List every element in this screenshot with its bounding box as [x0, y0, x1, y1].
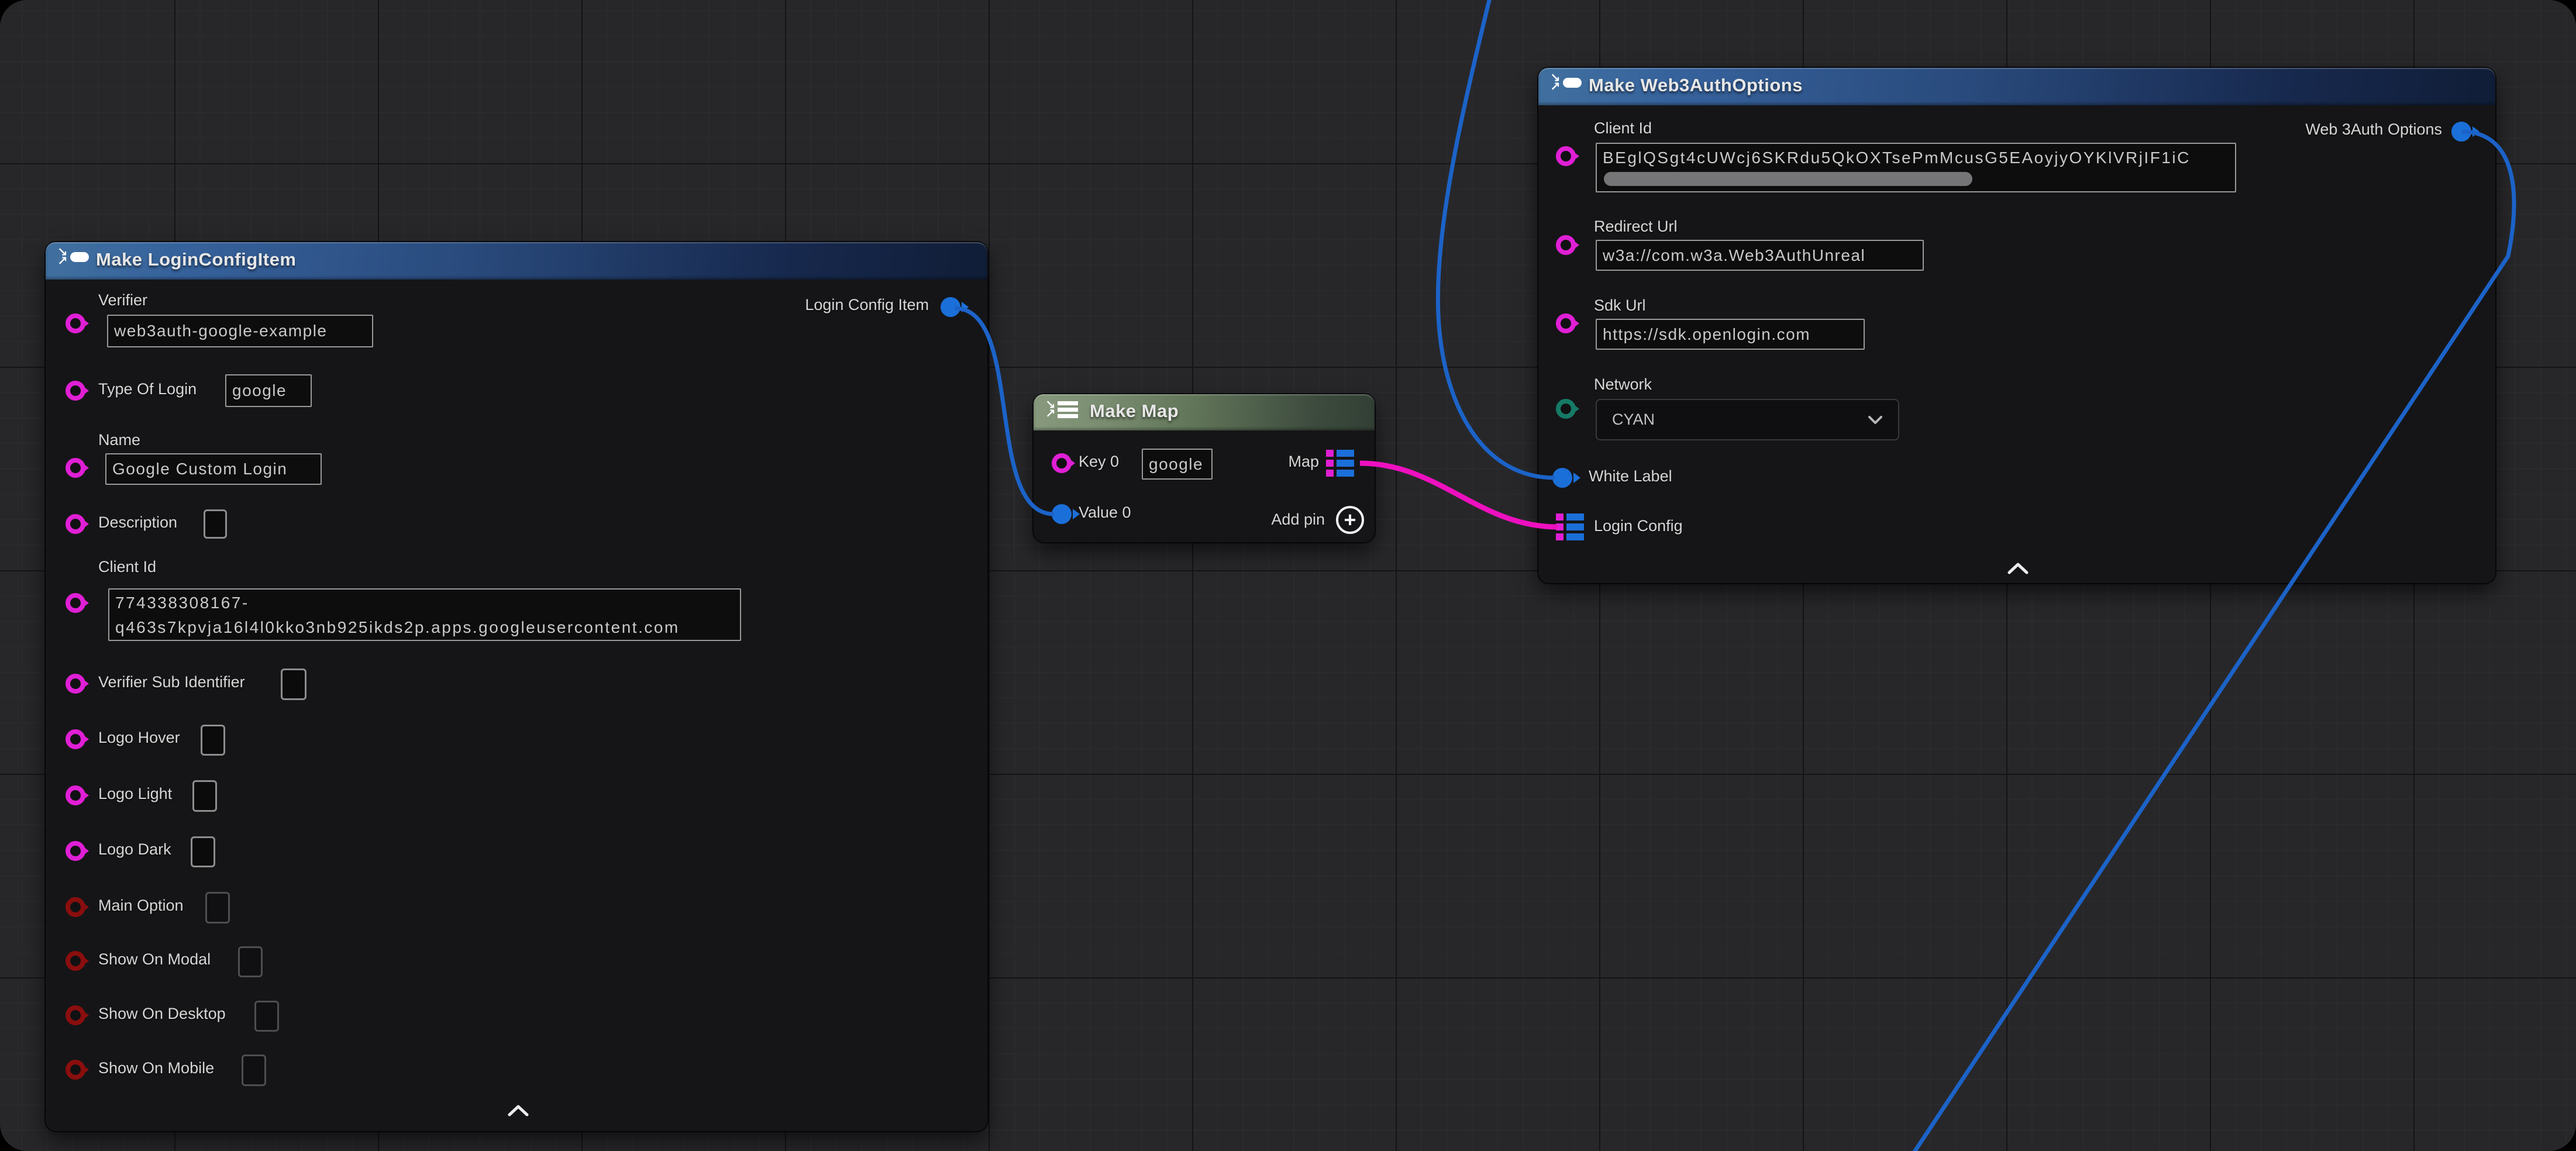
- pin-show-on-mobile[interactable]: [66, 1060, 85, 1080]
- pin-show-on-desktop[interactable]: [66, 1005, 85, 1025]
- verifier-input[interactable]: [107, 315, 373, 347]
- output-pin-label: Web 3Auth Options: [2305, 120, 2442, 139]
- logo-hover-textbox[interactable]: [201, 725, 225, 756]
- output-pin-label: Login Config Item: [805, 296, 929, 314]
- pin-label: Show On Mobile: [98, 1059, 214, 1077]
- show-on-modal-checkbox[interactable]: [238, 946, 263, 977]
- pin-logo-dark[interactable]: [66, 841, 85, 861]
- pin-verifier-sub-identifier[interactable]: [66, 674, 85, 694]
- client-id-input[interactable]: 774338308167-q463s7kpvja16l4l0kko3nb925i…: [108, 588, 741, 641]
- pin-description[interactable]: [66, 514, 85, 534]
- client-id-input[interactable]: BEglQSgt4cUWcj6SKRdu5QkOXTsePmMcusG5EAoy…: [1596, 143, 2236, 192]
- pin-label: Network: [1594, 375, 1652, 394]
- pin-redirect-url[interactable]: [1556, 235, 1576, 255]
- node-title: Make LoginConfigItem: [96, 249, 296, 270]
- make-map-icon: ↘↗: [1045, 401, 1078, 418]
- pin-label: Value 0: [1079, 504, 1131, 522]
- node-header[interactable]: ↘↗ Make Map: [1034, 394, 1375, 430]
- pin-label: Name: [98, 431, 140, 449]
- chevron-up-icon: [506, 1104, 531, 1118]
- make-struct-icon: ↘↗: [1550, 74, 1582, 91]
- pin-label: Logo Light: [98, 785, 172, 803]
- make-struct-icon: ↘↗: [57, 248, 89, 266]
- node-title: Make Map: [1090, 401, 1179, 422]
- show-on-mobile-checkbox[interactable]: [242, 1054, 266, 1086]
- horizontal-scrollbar[interactable]: [1604, 172, 1972, 186]
- pin-label: Verifier Sub Identifier: [98, 673, 245, 691]
- network-selected-value: CYAN: [1612, 411, 1655, 429]
- sdk-url-input[interactable]: [1596, 319, 1865, 350]
- pin-label: White Label: [1589, 467, 1672, 485]
- show-on-desktop-checkbox[interactable]: [254, 1001, 279, 1032]
- pin-label: Type Of Login: [98, 380, 197, 398]
- wire-white-label-input[interactable]: [1438, 0, 1555, 478]
- pin-show-on-modal[interactable]: [66, 951, 85, 971]
- pin-label: Key 0: [1079, 453, 1119, 471]
- pin-label: Description: [98, 514, 177, 532]
- pin-client-id[interactable]: [1556, 146, 1576, 166]
- redirect-url-input[interactable]: [1596, 240, 1924, 271]
- pin-logo-light[interactable]: [66, 785, 85, 805]
- pin-login-config-item-output[interactable]: [941, 297, 960, 317]
- pin-network[interactable]: [1556, 399, 1576, 419]
- pin-label: Show On Modal: [98, 950, 211, 969]
- pin-verifier[interactable]: [66, 313, 85, 333]
- description-textbox[interactable]: [204, 509, 227, 539]
- logo-light-textbox[interactable]: [192, 780, 217, 812]
- pin-key0[interactable]: [1052, 453, 1072, 473]
- name-input[interactable]: [105, 453, 322, 485]
- blueprint-graph-canvas[interactable]: ↘↗ Make LoginConfigItem Login Config Ite…: [0, 0, 2576, 1151]
- pin-label: Main Option: [98, 897, 184, 915]
- pin-label: Login Config: [1594, 517, 1683, 535]
- pin-main-option[interactable]: [66, 897, 85, 917]
- node-make-map[interactable]: ↘↗ Make Map Key 0 Map Value 0 Add pin +: [1034, 394, 1375, 542]
- chevron-up-icon: [2006, 561, 2030, 576]
- node-make-web3authoptions[interactable]: ↘↗ Make Web3AuthOptions Web 3Auth Option…: [1538, 68, 2495, 583]
- pin-value0[interactable]: [1052, 504, 1072, 524]
- add-pin-button[interactable]: +: [1336, 506, 1364, 534]
- add-pin-label: Add pin: [1271, 511, 1325, 529]
- pin-logo-hover[interactable]: [66, 729, 85, 749]
- type-of-login-input[interactable]: [225, 374, 312, 407]
- pin-label: Sdk Url: [1594, 297, 1646, 315]
- node-make-loginconfigitem[interactable]: ↘↗ Make LoginConfigItem Login Config Ite…: [46, 242, 987, 1131]
- collapse-node-button[interactable]: [2005, 561, 2031, 576]
- output-pin-label: Map: [1288, 453, 1319, 471]
- collapse-node-button[interactable]: [505, 1103, 532, 1118]
- wire-map-to-login-config[interactable]: [1360, 463, 1558, 527]
- client-id-text: BEglQSgt4cUWcj6SKRdu5QkOXTsePmMcusG5EAoy…: [1603, 149, 2191, 167]
- pin-map-output[interactable]: [1326, 449, 1355, 478]
- node-header[interactable]: ↘↗ Make Web3AuthOptions: [1538, 68, 2495, 105]
- logo-dark-textbox[interactable]: [191, 836, 215, 867]
- pin-web3auth-options-output[interactable]: [2451, 122, 2471, 142]
- pin-white-label[interactable]: [1552, 468, 1572, 488]
- chevron-down-icon: [1868, 415, 1883, 425]
- pin-label: Logo Hover: [98, 729, 180, 747]
- pin-name[interactable]: [66, 458, 85, 478]
- pin-type-of-login[interactable]: [66, 381, 85, 401]
- pin-login-config[interactable]: [1556, 512, 1585, 542]
- pin-label: Redirect Url: [1594, 218, 1678, 236]
- main-option-checkbox[interactable]: [205, 892, 230, 923]
- key0-input[interactable]: [1142, 449, 1213, 480]
- node-header[interactable]: ↘↗ Make LoginConfigItem: [46, 242, 987, 280]
- pin-label: Logo Dark: [98, 840, 171, 859]
- pin-label: Verifier: [98, 291, 147, 309]
- pin-label: Show On Desktop: [98, 1005, 226, 1023]
- verifier-sub-identifier-textbox[interactable]: [281, 668, 306, 700]
- pin-label: Client Id: [1594, 119, 1652, 137]
- network-dropdown[interactable]: CYAN: [1596, 399, 1899, 440]
- node-title: Make Web3AuthOptions: [1589, 75, 1803, 96]
- pin-sdk-url[interactable]: [1556, 313, 1576, 333]
- pin-label: Client Id: [98, 558, 156, 576]
- pin-client-id[interactable]: [66, 593, 85, 613]
